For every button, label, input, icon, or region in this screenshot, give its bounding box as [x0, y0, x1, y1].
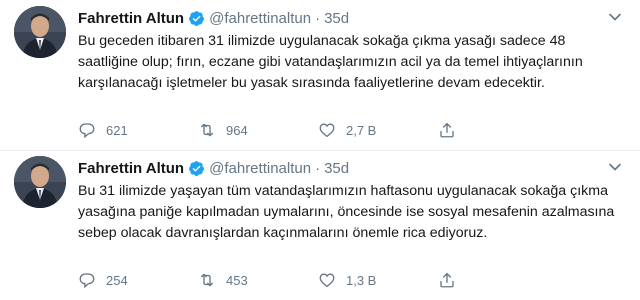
share-button[interactable]	[438, 271, 468, 289]
reply-button[interactable]: 254	[78, 271, 183, 289]
tweet-header: Fahrettin Altun @fahrettinaltun · 35d	[78, 158, 349, 178]
separator-dot: ·	[315, 9, 321, 27]
reply-count: 254	[106, 272, 128, 288]
retweet-icon	[201, 123, 213, 137]
caret-down-icon[interactable]	[608, 10, 622, 24]
caret-down-icon[interactable]	[608, 160, 622, 174]
avatar[interactable]	[14, 156, 66, 208]
timestamp[interactable]: 35d	[324, 10, 349, 27]
retweet-icon	[201, 273, 213, 287]
reply-icon	[79, 123, 95, 139]
retweet-count: 453	[226, 272, 248, 288]
share-icon	[440, 272, 454, 288]
tweet-actions: 621 964 2,7 B	[78, 120, 548, 140]
tweet[interactable]: Fahrettin Altun @fahrettinaltun · 35d Bu…	[0, 150, 640, 300]
timestamp[interactable]: 35d	[324, 160, 349, 177]
display-name[interactable]: Fahrettin Altun	[78, 160, 184, 177]
share-button[interactable]	[438, 121, 468, 139]
like-count: 2,7 B	[346, 122, 377, 138]
like-button[interactable]: 1,3 B	[318, 271, 423, 289]
share-icon	[440, 122, 454, 138]
separator-dot: ·	[315, 159, 321, 177]
like-icon	[319, 123, 335, 138]
reply-icon	[79, 273, 95, 289]
handle[interactable]: @fahrettinaltun	[209, 160, 311, 177]
retweet-count: 964	[226, 122, 248, 138]
tweet-text: Bu geceden itibaren 31 ilimizde uygulana…	[78, 33, 583, 91]
tweet-actions: 254 453 1,3 B	[78, 270, 548, 290]
retweet-button[interactable]: 453	[198, 271, 303, 289]
handle[interactable]: @fahrettinaltun	[209, 10, 311, 27]
verified-badge-icon	[189, 160, 205, 176]
tweet-header: Fahrettin Altun @fahrettinaltun · 35d	[78, 8, 349, 28]
tweet[interactable]: Fahrettin Altun @fahrettinaltun · 35d Bu…	[0, 0, 640, 151]
display-name[interactable]: Fahrettin Altun	[78, 10, 184, 27]
avatar[interactable]	[14, 6, 66, 58]
like-count: 1,3 B	[346, 272, 377, 288]
like-button[interactable]: 2,7 B	[318, 121, 423, 139]
tweet-text: Bu 31 ilimizde yaşayan tüm vatandaşlarım…	[78, 183, 615, 241]
timeline: Fahrettin Altun @fahrettinaltun · 35d Bu…	[0, 0, 640, 300]
retweet-button[interactable]: 964	[198, 121, 303, 139]
reply-count: 621	[106, 122, 128, 138]
like-icon	[319, 273, 335, 288]
verified-badge-icon	[189, 10, 205, 26]
reply-button[interactable]: 621	[78, 121, 183, 139]
